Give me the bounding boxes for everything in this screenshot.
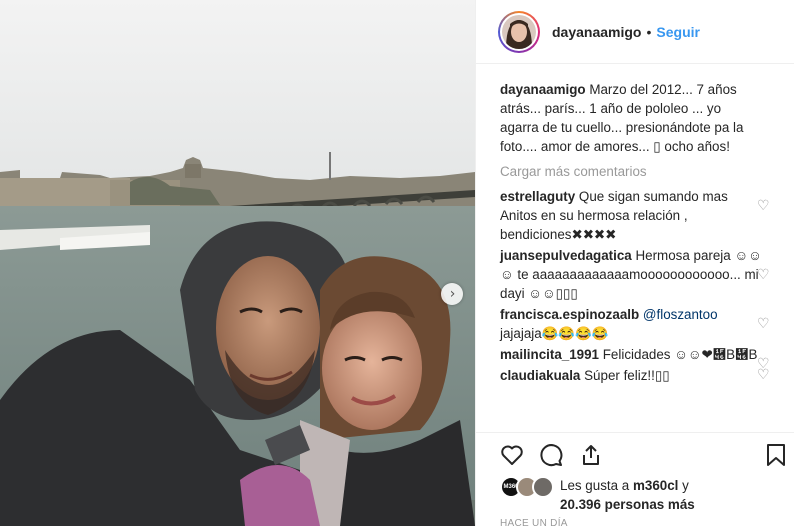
liker-avatar[interactable] bbox=[532, 476, 554, 498]
bookmark-icon[interactable] bbox=[765, 443, 787, 467]
post-caption: dayanaamigo Marzo del 2012... 7 años atr… bbox=[500, 80, 762, 156]
comment-item: francisca.espinozaalb @floszantoo jajaja… bbox=[500, 305, 770, 343]
comment-username[interactable]: juansepulvedagatica bbox=[500, 248, 632, 263]
chevron-right-icon: › bbox=[449, 286, 456, 302]
carousel-next-button[interactable]: › bbox=[441, 283, 463, 305]
likes-summary: M360 Les gusta a m360cl y 20.396 persona… bbox=[500, 476, 695, 514]
comment-username[interactable]: claudiakuala bbox=[500, 368, 580, 383]
likes-user[interactable]: m360cl bbox=[633, 478, 678, 493]
post-photo[interactable]: › bbox=[0, 0, 475, 526]
comment-bubble-icon[interactable] bbox=[539, 443, 563, 467]
likes-prefix: Les gusta a bbox=[560, 478, 630, 493]
likes-count[interactable]: 20.396 personas más bbox=[560, 497, 695, 512]
comment-mention[interactable]: @floszantoo bbox=[643, 307, 718, 322]
like-comment-heart-icon[interactable]: ♡ bbox=[757, 266, 770, 285]
likes-suffix: y bbox=[682, 478, 689, 493]
post-date[interactable]: HACE UN DÍA bbox=[500, 518, 568, 529]
share-icon[interactable] bbox=[579, 443, 603, 467]
post-header: dayanaamigo • Seguir bbox=[476, 0, 794, 64]
comment-item: estrellaguty Que sigan sumando mas Anito… bbox=[500, 187, 770, 244]
avatar[interactable] bbox=[498, 10, 540, 53]
like-comment-heart-icon[interactable]: ♡ bbox=[757, 315, 770, 334]
like-comment-heart-icon[interactable]: ♡ bbox=[757, 197, 770, 216]
post-actions bbox=[476, 432, 794, 477]
follow-button[interactable]: Seguir bbox=[656, 24, 700, 40]
comments-list: dayanaamigo Marzo del 2012... 7 años atr… bbox=[500, 80, 770, 387]
header-username[interactable]: dayanaamigo bbox=[552, 24, 641, 40]
comment-item: claudiakuala Súper feliz!!▯▯ ♡ bbox=[500, 366, 770, 385]
caption-username[interactable]: dayanaamigo bbox=[500, 82, 586, 97]
load-more-comments-button[interactable]: Cargar más comentarios bbox=[500, 162, 762, 181]
comment-item: mailincita_1991 Felicidades ☺☺❤὆B὆B ♡ bbox=[500, 345, 770, 372]
comment-text: Súper feliz!!▯▯ bbox=[584, 368, 670, 383]
comment-username[interactable]: estrellaguty bbox=[500, 189, 575, 204]
liker-avatars: M360 bbox=[500, 476, 556, 498]
separator-dot: • bbox=[646, 23, 652, 40]
comment-item: juansepulvedagatica Hermosa pareja ☺☺☺ t… bbox=[500, 246, 770, 303]
comment-text: jajajaja😂😂😂😂 bbox=[500, 326, 609, 341]
like-comment-heart-icon[interactable]: ♡ bbox=[757, 366, 770, 385]
comment-text: Felicidades ☺☺❤὆B὆B bbox=[602, 347, 758, 362]
photo-image bbox=[0, 0, 475, 526]
avatar-image bbox=[502, 14, 536, 49]
like-heart-icon[interactable] bbox=[500, 443, 524, 467]
comment-username[interactable]: francisca.espinozaalb bbox=[500, 307, 639, 322]
comment-username[interactable]: mailincita_1991 bbox=[500, 347, 599, 362]
post-side-panel: dayanaamigo • Seguir dayanaamigo Marzo d… bbox=[475, 0, 794, 529]
